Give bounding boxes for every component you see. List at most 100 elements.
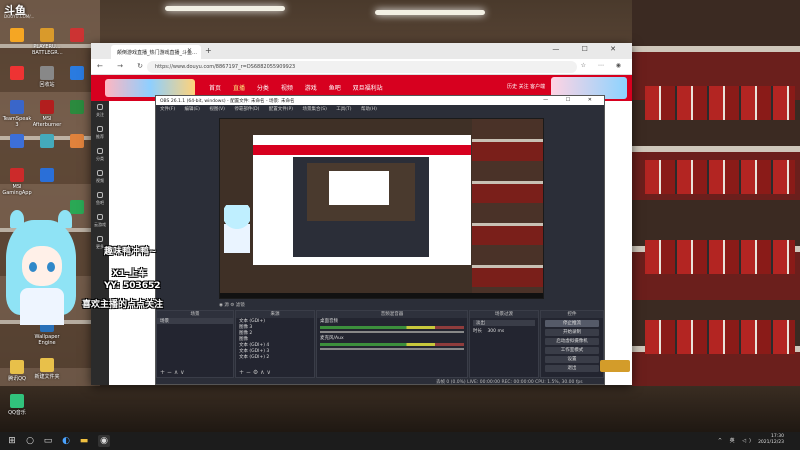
desktop-icon[interactable]: MSI Afterburner	[32, 100, 62, 128]
rail-item[interactable]: 推荐	[91, 123, 109, 145]
folder-icon	[10, 360, 24, 374]
shelf-cans	[645, 240, 795, 274]
menu-help[interactable]: 帮助(H)	[361, 107, 377, 112]
preview-site-header	[253, 145, 471, 155]
preview-controls[interactable]: ◉ 源 ⚙ 滤镜	[219, 302, 245, 308]
site-user-links[interactable]: 历史 关注 客户端	[507, 83, 545, 90]
ceiling-light	[165, 6, 285, 11]
desktop-icon[interactable]: QQ音乐	[2, 394, 32, 416]
obs-window[interactable]: OBS 26.1.1 (64-bit, windows) - 配置文件: 未命名…	[155, 95, 605, 385]
app-icon	[70, 100, 84, 114]
desktop-icon[interactable]	[62, 134, 92, 150]
new-tab-icon[interactable]: +	[205, 46, 212, 55]
overlay-text-line3: YY: 503652	[104, 281, 161, 291]
preview-shelf	[472, 119, 543, 298]
avatar-face	[22, 246, 62, 286]
taskbar: ⊞ ○ ▭ ◐ ▬ ◉ ^ 英 ◁) 17:30 2021/12/23	[0, 432, 800, 450]
url-input[interactable]: https://www.douyu.com/8867197_r=DS688205…	[147, 61, 577, 73]
desktop-icon[interactable]: TeamSpeak 3	[2, 100, 32, 128]
explorer-icon[interactable]: ▬	[78, 435, 90, 447]
tab-close-icon[interactable]: ✕	[187, 47, 192, 54]
rail-item[interactable]: 分类	[91, 145, 109, 167]
virtual-camera-button[interactable]: 启动虚拟摄像机	[545, 338, 599, 345]
transition-type-select[interactable]: 淡出	[473, 320, 535, 326]
dock-sources: 来源 文本 (GDI+) 图像 3 图像 2 图像 文本 (GDI+) 4 文本…	[235, 310, 315, 378]
app-icon	[40, 100, 54, 114]
system-tray[interactable]: ^ 英 ◁)	[718, 437, 754, 444]
desktop-icon[interactable]: PLAYERU… BATTLEGR…	[32, 28, 63, 56]
rail-item[interactable]: 视频	[91, 167, 109, 189]
scene-item[interactable]: 场景	[157, 318, 233, 324]
clock[interactable]: 17:30 2021/12/23	[758, 434, 784, 446]
avatar-eye	[47, 262, 55, 272]
nav-welfare[interactable]: 双旦福利站	[353, 85, 383, 92]
dock-sources-title: 来源	[236, 311, 314, 318]
desktop-icon[interactable]	[2, 66, 32, 82]
source-item[interactable]: 文本 (GDI+) 2	[236, 354, 314, 360]
exit-button[interactable]: 退出	[545, 365, 599, 372]
desktop-icon[interactable]: MSI GamingApp	[2, 168, 32, 196]
search-icon[interactable]: ○	[24, 435, 36, 447]
obs-title: OBS 26.1.1 (64-bit, windows) - 配置文件: 未命名…	[160, 99, 295, 104]
desktop-icon[interactable]	[2, 134, 32, 150]
desktop-icon[interactable]	[2, 28, 32, 44]
start-recording-button[interactable]: 开始录制	[545, 329, 599, 336]
dock-scenes: 场景 场景 + − ∧ ∨	[156, 310, 234, 378]
menu-tools[interactable]: 工具(T)	[336, 107, 351, 112]
desktop-icon[interactable]	[62, 100, 92, 116]
toolbar-icons[interactable]: ☆ ⋯ ◉	[581, 62, 626, 69]
desktop-icon[interactable]: 腾讯QQ	[2, 360, 32, 382]
menu-file[interactable]: 文件(F)	[160, 107, 175, 112]
studio-mode-button[interactable]: 工作室模式	[545, 347, 599, 354]
task-view-icon[interactable]: ▭	[42, 435, 54, 447]
site-side-rail: 关注 推荐 分类 视频 鱼吧 云游戏 更多	[91, 101, 109, 385]
stop-streaming-button[interactable]: 停止推流	[545, 320, 599, 327]
nav-category[interactable]: 分类	[257, 85, 269, 92]
desktop-icon[interactable]	[32, 134, 62, 150]
dock-scenes-toolbar[interactable]: + − ∧ ∨	[157, 369, 233, 377]
dock-transitions: 场景过渡 淡出 时长 300 ms	[469, 310, 539, 378]
obs-window-controls[interactable]: — ☐ ✕	[543, 97, 600, 103]
video-icon	[97, 170, 103, 176]
ceiling-light	[375, 10, 485, 15]
menu-scene-collection[interactable]: 场景集合(S)	[302, 107, 326, 112]
desktop-icon[interactable]	[62, 28, 92, 44]
overlay-text-line2: X1-上车	[112, 269, 147, 279]
obs-menubar: 文件(F) 编辑(E) 视图(V) 停靠部件(D) 配置文件(P) 场景集合(S…	[156, 105, 604, 113]
grid-icon	[97, 148, 103, 154]
dock-sources-toolbar[interactable]: + − ⚙ ∧ ∨	[236, 369, 314, 377]
nav-yuba[interactable]: 鱼吧	[329, 85, 341, 92]
obs-titlebar: OBS 26.1.1 (64-bit, windows) - 配置文件: 未命名…	[156, 96, 604, 105]
volume-slider[interactable]	[320, 348, 464, 350]
window-controls[interactable]: — ☐ ✕	[552, 45, 626, 53]
app-icon	[40, 134, 54, 148]
obs-preview[interactable]	[219, 118, 544, 299]
rail-item[interactable]: 关注	[91, 101, 109, 123]
rail-item[interactable]: 鱼吧	[91, 189, 109, 211]
settings-button[interactable]: 设置	[545, 356, 599, 363]
shelf-cans	[645, 320, 795, 354]
desktop-icon[interactable]	[32, 168, 62, 184]
nav-home[interactable]: 首页	[209, 85, 221, 92]
volume-slider[interactable]	[320, 331, 464, 333]
rail-item[interactable]: 云游戏	[91, 211, 109, 233]
desktop-icon[interactable]: 回收站	[32, 66, 62, 88]
nav-games[interactable]: 游戏	[305, 85, 317, 92]
menu-edit[interactable]: 编辑(E)	[185, 107, 200, 112]
edge-icon[interactable]: ◐	[60, 435, 72, 447]
start-icon[interactable]: ⊞	[6, 435, 18, 447]
desktop-icon[interactable]: 新建文件夹	[32, 358, 62, 380]
menu-profile[interactable]: 配置文件(P)	[269, 107, 293, 112]
menu-view[interactable]: 视图(V)	[209, 107, 225, 112]
menu-docks[interactable]: 停靠部件(D)	[234, 107, 259, 112]
nav-live[interactable]: 直播	[233, 85, 245, 92]
nav-video[interactable]: 视频	[281, 85, 293, 92]
heart-icon	[97, 104, 103, 110]
app-icon	[10, 28, 24, 42]
desktop-icon[interactable]	[62, 66, 92, 82]
douyu-watermark-url: DOUYU.COM/...	[4, 14, 35, 19]
gift-badge[interactable]	[600, 360, 630, 372]
app-icon	[70, 66, 84, 80]
transition-duration[interactable]: 时长 300 ms	[470, 328, 538, 334]
obs-taskbar-icon[interactable]: ◉	[98, 435, 110, 447]
